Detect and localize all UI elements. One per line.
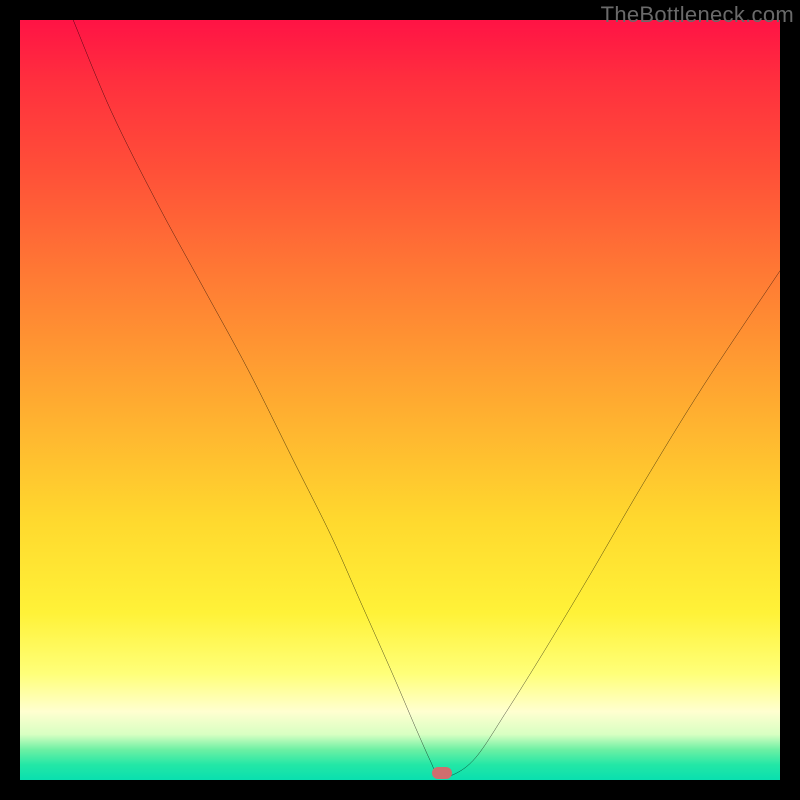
minimum-marker <box>432 767 452 779</box>
bottleneck-curve <box>73 20 780 777</box>
watermark-text: TheBottleneck.com <box>601 2 794 28</box>
plot-area <box>20 20 780 780</box>
curve-svg <box>20 20 780 780</box>
chart-frame: TheBottleneck.com <box>0 0 800 800</box>
